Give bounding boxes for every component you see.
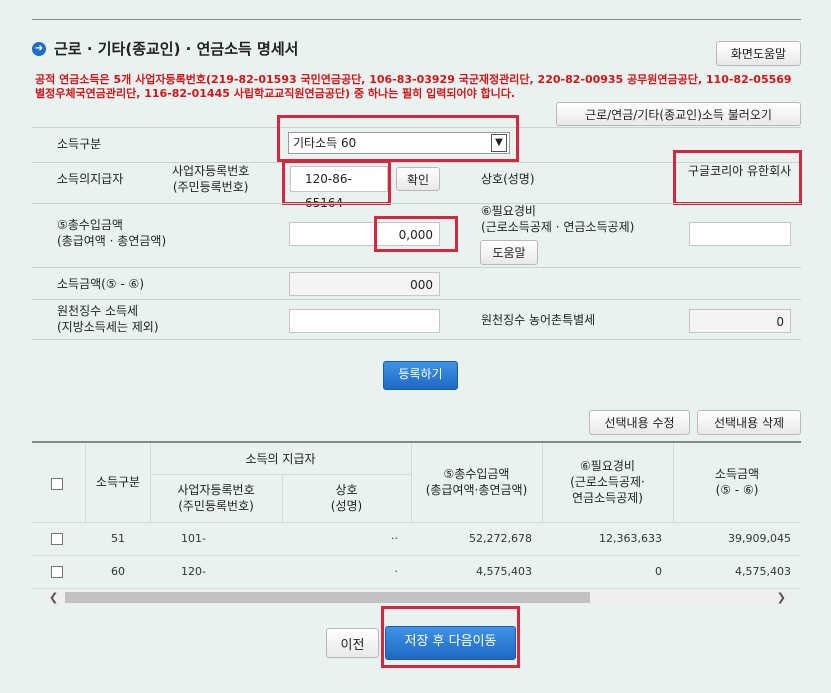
form-line-2 [32,203,801,204]
col-header-type: 소득구분 [95,475,141,489]
screen-help-button[interactable]: 화면도움말 [716,41,801,66]
expense-label: ⑥필요경비 (근로소득공제 · 연금소득공제) [481,204,635,234]
total-income-label: ⑤총수입금액 (총급여액 · 총연금액) [57,218,167,248]
col-header-name: 상호 (성명) [330,483,363,513]
scrollbar-thumb[interactable] [65,592,590,603]
table-bottom-line [32,588,801,589]
table-header-mid-line [150,474,411,475]
page-header: ➜ 근로 · 기타(종교인) · 연금소득 명세서 [32,38,298,59]
top-divider [32,19,801,20]
row-checkbox[interactable] [51,533,63,545]
income-type-label: 소득구분 [57,137,102,151]
row-bizno: 101- [181,532,206,545]
form-top-line [32,127,801,128]
rural-tax-field: 0 [689,309,791,333]
expense-help-button[interactable]: 도움말 [480,240,538,265]
bizno-label: 사업자등록번호 (주민등록번호) [172,164,250,194]
arrow-bullet-icon: ➜ [32,41,46,56]
load-income-button[interactable]: 근로/연금/기타(종교인)소득 불러오기 [556,102,801,126]
form-line-4 [32,299,801,300]
row-bizno: 120- [181,565,206,578]
withholding-tax-input[interactable] [289,309,440,333]
bizno-input[interactable]: 120-86-65164 [290,166,388,210]
confirm-button[interactable]: 확인 [396,167,440,191]
form-line-1 [32,162,801,163]
form-line-3 [32,267,801,268]
income-type-value: 기타소득 60 [293,136,357,150]
row-type: 51 [111,532,125,545]
delete-selected-button[interactable]: 선택내용 삭제 [697,410,801,435]
notice-text: 공적 연금소득은 5개 사업자등록번호(219-82-01593 국민연금공단,… [35,73,792,100]
row-total: 4,575,403 [476,565,532,578]
expense-input[interactable] [689,222,791,246]
horizontal-scrollbar[interactable]: ❮ ❯ [45,590,790,605]
chevron-right-icon[interactable]: ❯ [777,590,786,605]
withholding-tax-label: 원천징수 소득세 (지방소득세는 제외) [57,304,159,334]
rural-tax-label: 원천징수 농어촌특별세 [481,313,596,327]
total-income-input[interactable]: 0,000 [289,222,440,246]
table-header-bottom-line [32,522,801,523]
col-header-total: ⑤총수입금액 (총급여액·총연금액) [425,467,528,497]
row-income: 39,909,045 [728,532,791,545]
col-header-expense: ⑥필요경비 (근로소득공제· 연금소득공제) [570,459,645,505]
row-expense: 12,363,633 [599,532,662,545]
col-header-payer: 소득의 지급자 [245,452,316,466]
prev-button[interactable]: 이전 [326,628,379,658]
form-bottom-line [32,339,801,340]
income-type-select[interactable]: 기타소득 60 ▼ [288,132,510,154]
row-total: 52,272,678 [469,532,532,545]
income-amount-field: 000 [289,272,440,296]
col-header-bizno: 사업자등록번호 (주민등록번호) [177,483,255,513]
company-value: 구글코리아 유한회사 [688,164,792,178]
edit-selected-button[interactable]: 선택내용 수정 [589,410,690,435]
register-button[interactable]: 등록하기 [383,361,458,390]
save-next-button[interactable]: 저장 후 다음이동 [385,626,516,660]
table-row-line [32,555,801,556]
row-expense: 0 [655,565,662,578]
col-header-income: 소득금액 (⑤ - ⑥) [714,467,760,497]
row-type: 60 [111,565,125,578]
payer-label: 소득의지급자 [57,172,124,186]
row-name: ·· [391,532,398,545]
company-label: 상호(성명) [481,172,535,186]
chevron-down-icon[interactable]: ▼ [491,134,507,152]
page-title: 근로 · 기타(종교인) · 연금소득 명세서 [54,40,299,58]
row-checkbox[interactable] [51,566,63,578]
select-all-checkbox[interactable] [51,478,63,490]
table-top-line [32,441,801,443]
chevron-left-icon[interactable]: ❮ [49,590,58,605]
row-income: 4,575,403 [735,565,791,578]
income-amount-label: 소득금액(⑤ - ⑥) [57,277,144,291]
row-name: · [394,565,399,578]
